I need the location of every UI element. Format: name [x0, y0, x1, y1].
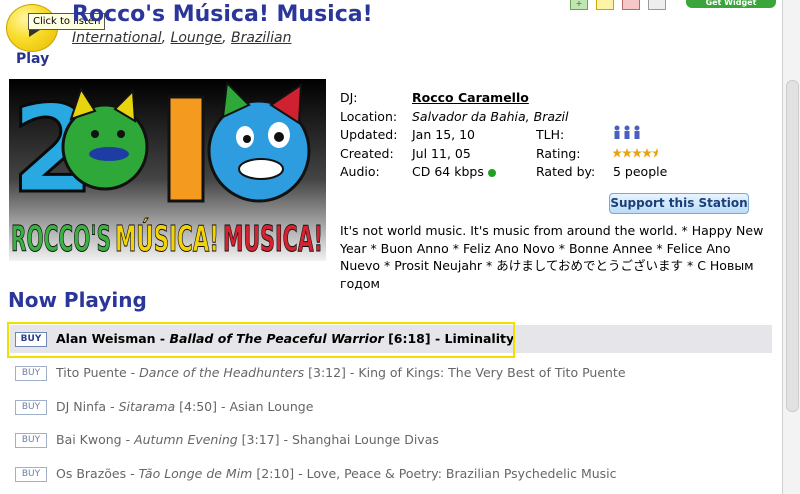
dj-label: DJ: — [340, 90, 358, 105]
track-title: Dance of the Headhunters — [139, 365, 305, 380]
station-logo: 2 ROCCO'S MÚSICA! MUSICA! — [9, 79, 326, 261]
scrollbar-thumb[interactable] — [786, 80, 799, 412]
genre-link-lounge[interactable]: Lounge — [171, 30, 223, 46]
online-status-icon — [487, 168, 496, 177]
now-playing-heading: Now Playing — [8, 288, 147, 312]
created-label: Created: — [340, 146, 394, 161]
buy-button[interactable]: BUY — [15, 366, 47, 381]
rated-by-value: 5 people — [613, 164, 668, 179]
dj-link[interactable]: Rocco Caramello — [412, 90, 529, 105]
box-icon[interactable] — [648, 0, 666, 10]
track-album: King of Kings: The Very Best of Tito Pue… — [358, 365, 626, 380]
logo-text-musica2: MUSICA! — [223, 219, 323, 260]
add-favorite-icon[interactable]: + — [570, 0, 588, 10]
track-row: BUY Os Brazões - Tão Longe de Mim [2:10]… — [10, 460, 772, 488]
genre-link-international[interactable]: International — [72, 30, 162, 46]
station-description: It's not world music. It's music from ar… — [340, 223, 764, 291]
audio-label: Audio: — [340, 164, 380, 179]
rating-label: Rating: — [536, 146, 581, 161]
play-label[interactable]: Play — [16, 51, 49, 67]
support-station-button[interactable]: Support this Station — [609, 193, 749, 214]
track-artist: Os Brazões — [56, 466, 127, 481]
updated-value: Jan 15, 10 — [412, 127, 476, 142]
track-title: Sitarama — [118, 399, 176, 414]
track-title: Tão Longe de Mim — [138, 466, 253, 481]
calendar-icon[interactable] — [622, 0, 640, 10]
track-row: BUY Tito Puente - Dance of the Headhunte… — [10, 359, 772, 387]
vertical-scrollbar[interactable] — [782, 0, 800, 494]
current-track-highlight — [7, 322, 515, 358]
audio-value: CD 64 kbps — [412, 164, 484, 179]
track-title: Autumn Evening — [134, 432, 238, 447]
created-value: Jul 11, 05 — [412, 146, 471, 161]
email-icon[interactable] — [596, 0, 614, 10]
track-album: Asian Lounge — [229, 399, 314, 414]
station-title: Rocco's Música! Musica! — [72, 2, 373, 27]
logo-digit-1 — [167, 95, 205, 203]
track-row: BUY Bai Kwong - Autumn Evening [3:17] - … — [10, 426, 772, 454]
location-label: Location: — [340, 109, 398, 124]
genre-links: International, Lounge, Brazilian — [72, 30, 292, 46]
logo-text-musica1: MÚSICA! — [115, 218, 219, 260]
rated-by-label: Rated by: — [536, 164, 596, 179]
buy-button[interactable]: BUY — [15, 400, 47, 415]
updated-label: Updated: — [340, 127, 398, 142]
tlh-label: TLH: — [536, 127, 565, 142]
logo-text-roccos: ROCCO'S — [11, 219, 111, 260]
track-row: BUY DJ Ninfa - Sitarama [4:50] - Asian L… — [10, 393, 772, 421]
track-duration: [3:17] — [241, 432, 280, 447]
rating-stars-icon — [613, 148, 658, 158]
genre-link-brazilian[interactable]: Brazilian — [231, 30, 291, 46]
location-value: Salvador da Bahia, Brazil — [412, 109, 569, 124]
track-album: Shanghai Lounge Divas — [291, 432, 439, 447]
track-artist: DJ Ninfa — [56, 399, 107, 414]
track-duration: [4:50] — [179, 399, 217, 414]
toolbar-icons: + — [570, 0, 666, 10]
track-duration: [3:12] — [308, 365, 346, 380]
track-duration: [2:10] — [256, 466, 295, 481]
buy-button[interactable]: BUY — [15, 467, 47, 482]
track-artist: Bai Kwong — [56, 432, 122, 447]
tlh-people-icon — [614, 125, 640, 139]
buy-button[interactable]: BUY — [15, 433, 47, 448]
track-album: Love, Peace & Poetry: Brazilian Psychede… — [306, 466, 617, 481]
track-artist: Tito Puente — [56, 365, 127, 380]
get-widget-button[interactable]: Get Widget — [686, 0, 776, 8]
